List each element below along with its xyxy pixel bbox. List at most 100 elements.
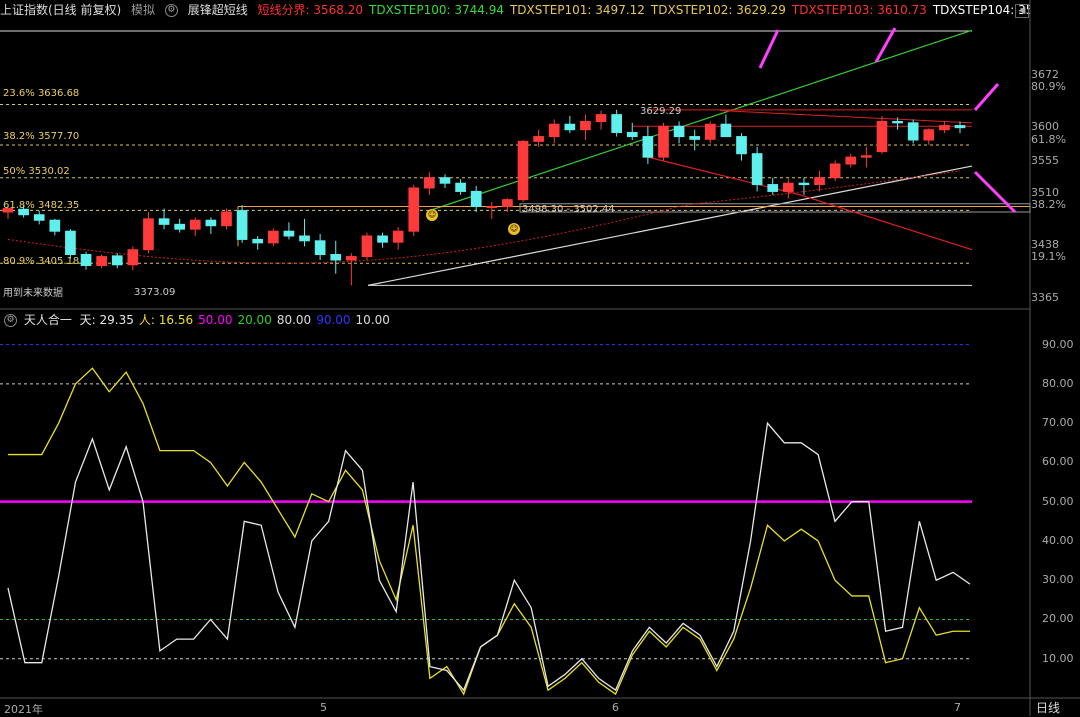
candle-body [642,136,654,158]
period-tab[interactable]: 日线 [1036,699,1060,716]
red-resistance-line [719,110,973,124]
time-label-jun: 6 [612,701,619,714]
smiley-icon: ☺ [508,223,520,235]
candle-body [392,230,404,243]
sub-field: 90.00 [316,313,351,327]
candle-body [205,219,217,227]
candle-body [736,136,747,155]
magenta-arrow-icon [973,83,1000,111]
candle-body [580,120,591,131]
candle-body [876,120,888,153]
ren-line [8,367,970,696]
sub-settings-icon[interactable]: ⚙ [4,314,17,327]
candle-body [564,123,576,131]
candle-body [299,235,310,242]
candle-body [424,177,435,189]
sub-axis-tick: 90.00 [1042,337,1074,351]
sub-field: 人: 16.56 [138,313,194,327]
price-pct: 61.8% [1031,133,1066,146]
candle-body [548,123,560,138]
sub-axis-tick: 30.00 [1042,573,1074,587]
candle-body [673,125,685,138]
candle-body [798,182,810,186]
sub-axis-tick: 20.00 [1042,612,1074,626]
candle-body [80,254,92,266]
sub-axis-tick: 10.00 [1042,651,1074,665]
sub-axis-tick: 60.00 [1042,455,1074,469]
candle-body [626,131,638,138]
sub-axis-tick: 70.00 [1042,416,1074,430]
candle-body [283,230,295,237]
sub-field: 10.00 [355,313,390,327]
candle-body [377,235,388,243]
price-tick: 3600 [1031,120,1059,133]
candle-body [845,156,857,165]
future-data-label: 用到未来数据 [3,288,63,299]
candle-body [111,255,123,266]
sub-field: 50.00 [198,313,233,327]
candle-body [658,125,669,158]
price-tick: 3555 [1031,154,1059,167]
high-price-label: 3629.29 [640,106,682,117]
fib-label-50: 50% 3530.02 [3,166,70,177]
candle-body [158,218,170,225]
sub-field: 80.00 [276,313,312,327]
candle-body [455,182,466,192]
mid-range-label: 3498.30 - 3502.44 [522,204,615,215]
sub-panel-fields: 天: 29.35 人: 16.56 50.00 20.00 80.00 90.00 10.0… [80,313,395,327]
candle-body [923,129,935,141]
candle-body [189,219,201,230]
main-chart[interactable] [0,0,1080,716]
fib-label-382: 38.2% 3577.70 [3,131,80,142]
candle-body [330,254,342,261]
time-label-may: 5 [320,701,327,714]
green-trend-line [429,29,973,212]
fib-label-236: 23.6% 3636.68 [3,88,80,99]
candle-body [502,199,513,208]
low-price-label: 3373.09 [134,287,176,298]
candle-body [470,190,482,208]
candle-body [127,249,139,266]
candle-body [174,223,186,230]
tian-line [7,421,971,692]
candle-body [704,123,716,140]
time-label-year: 2021年 [4,703,43,716]
candle-body [252,238,264,244]
candle-body [314,240,326,256]
fib-label-618: 61.8% 3482.35 [3,200,80,211]
candle-body [33,214,45,221]
candle-body [720,123,732,138]
price-tick: 3365 [1031,291,1059,304]
candle-body [689,136,701,140]
candle-body [267,230,279,244]
candle-body [517,140,529,201]
candle-body [236,210,248,240]
candle-body [892,120,903,124]
candle-body [782,182,794,192]
sub-axis-tick: 80.00 [1042,376,1074,390]
price-pct: 19.1% [1031,250,1066,263]
candle-body [751,153,763,186]
candle-body [486,206,498,209]
candle-body [533,136,544,142]
candle-body [143,218,154,251]
price-pct: 80.9% [1031,80,1066,93]
price-pct: 38.2% [1031,198,1066,211]
candle-body [96,256,107,266]
candle-body [814,177,825,186]
sub-panel-header: ⚙ 天人合一 天: 29.35 人: 16.56 50.00 20.00 80.00 90… [4,311,395,328]
candle-body [595,114,607,122]
time-label-jul: 7 [954,701,961,714]
magenta-arrow-icon [758,29,780,69]
candle-body [346,256,357,261]
sub-field: 20.00 [237,313,272,327]
smiley-icon: ☺ [426,209,438,221]
magenta-arrow-icon [973,170,1017,214]
candle-body [361,235,373,258]
candle-body [221,211,232,227]
candle-body [767,184,779,192]
sub-axis-tick: 50.00 [1042,494,1074,508]
candle-body [611,114,622,133]
sub-panel-name[interactable]: 天人合一 [24,313,72,327]
candle-body [861,155,872,158]
